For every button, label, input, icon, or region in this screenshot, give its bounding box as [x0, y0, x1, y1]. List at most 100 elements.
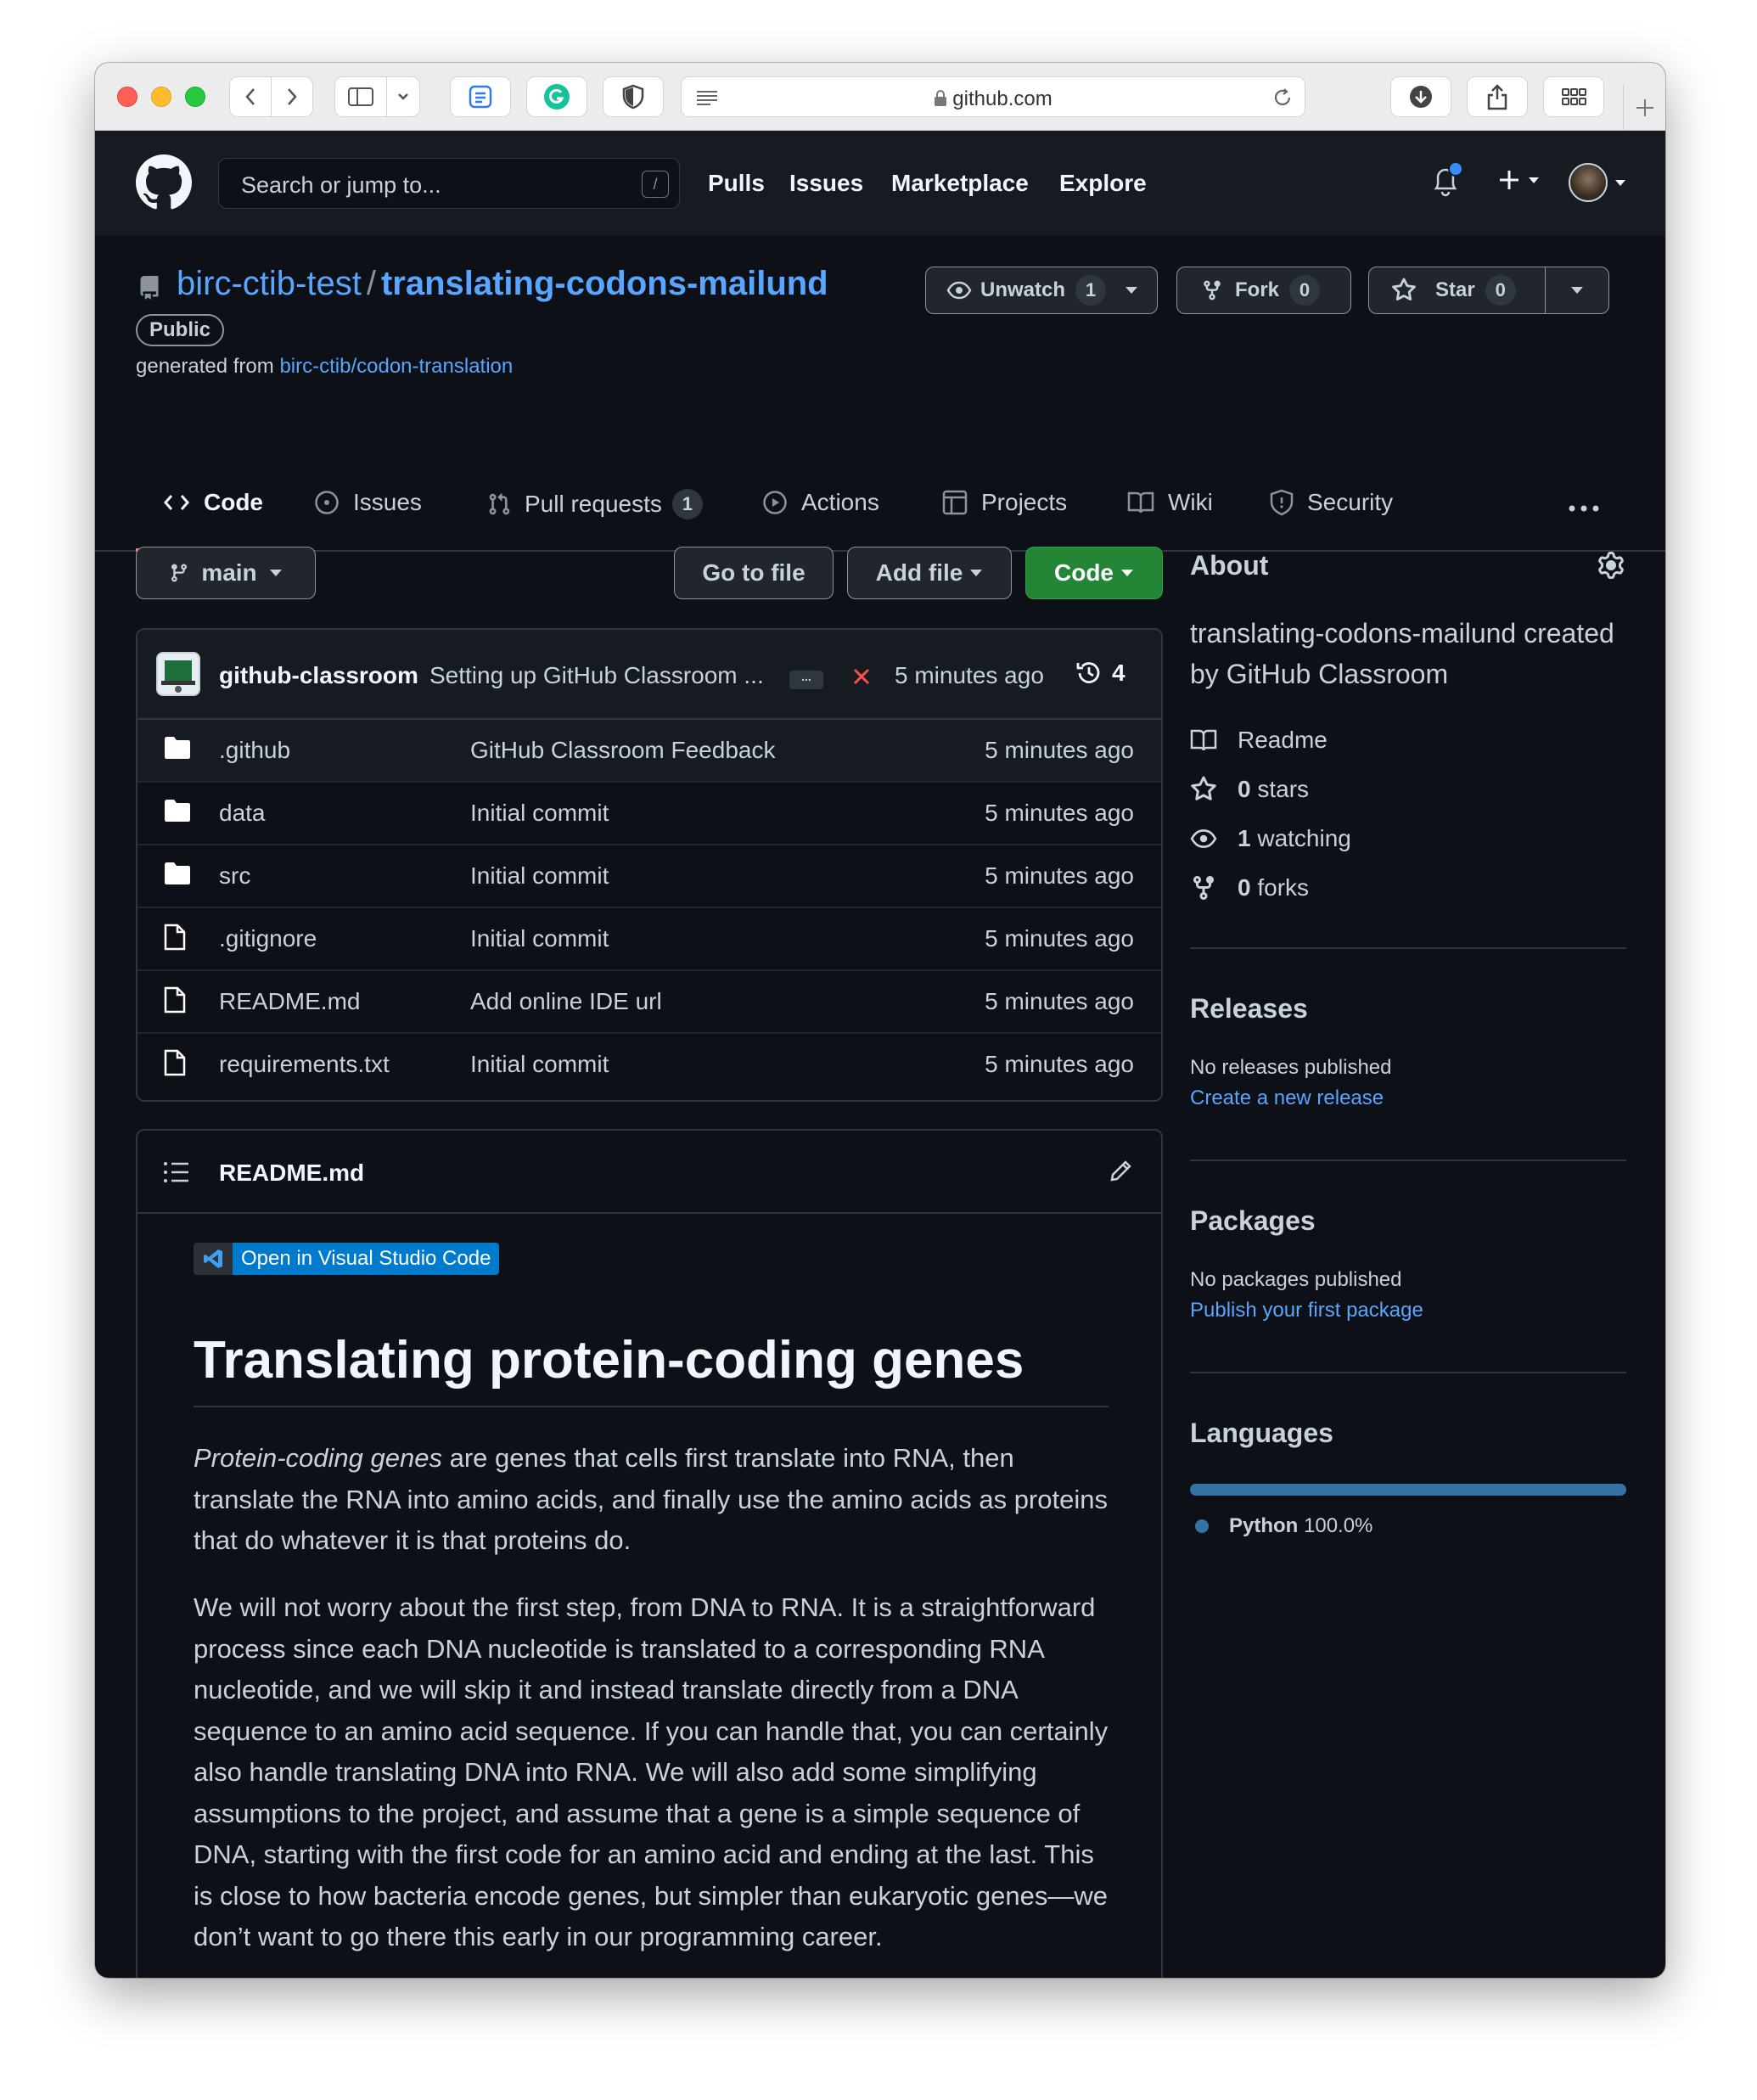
- go-to-file-button[interactable]: Go to file: [674, 547, 834, 599]
- tab-group-dropdown[interactable]: [386, 76, 420, 117]
- search-shortcut-key: /: [642, 171, 669, 198]
- new-tab-button[interactable]: [1623, 85, 1665, 131]
- tab-overview-button[interactable]: [1543, 76, 1604, 117]
- sidebar-toggle-button[interactable]: [334, 76, 387, 117]
- file-name[interactable]: .gitignore: [219, 925, 317, 952]
- branch-selector[interactable]: main: [136, 547, 316, 599]
- watch-button[interactable]: Unwatch 1: [925, 267, 1158, 314]
- file-commit-message[interactable]: Initial commit: [470, 1051, 609, 1078]
- shield-icon: [1270, 489, 1294, 516]
- branch-name: main: [201, 559, 257, 586]
- gear-icon[interactable]: [1597, 552, 1625, 579]
- publish-package-link[interactable]: Publish your first package: [1190, 1299, 1423, 1322]
- nav-pulls[interactable]: Pulls: [708, 170, 765, 197]
- add-file-button[interactable]: Add file: [847, 547, 1012, 599]
- releases-heading[interactable]: Releases: [1190, 993, 1308, 1025]
- file-commit-message[interactable]: Initial commit: [470, 925, 609, 952]
- file-commit-message[interactable]: Initial commit: [470, 800, 609, 827]
- tab-wiki[interactable]: Wiki: [1127, 489, 1213, 516]
- nav-marketplace[interactable]: Marketplace: [891, 170, 1029, 197]
- nav-issues[interactable]: Issues: [789, 170, 863, 197]
- languages-heading: Languages: [1190, 1418, 1333, 1448]
- create-release-link[interactable]: Create a new release: [1190, 1086, 1384, 1110]
- zoom-window-button[interactable]: [185, 87, 205, 107]
- no-packages-text: No packages published: [1190, 1268, 1402, 1291]
- extension-grammarly-button[interactable]: [526, 76, 587, 117]
- tab-pull-requests[interactable]: Pull requests 1: [487, 489, 703, 519]
- list-unordered-icon[interactable]: [163, 1161, 190, 1183]
- file-row[interactable]: data Initial commit 5 minutes ago: [138, 783, 1161, 845]
- commit-message[interactable]: Setting up GitHub Classroom ...: [429, 662, 764, 689]
- fork-button[interactable]: Fork 0: [1176, 267, 1351, 314]
- file-row[interactable]: README.md Add online IDE url 5 minutes a…: [138, 971, 1161, 1034]
- forks-link[interactable]: 0 forks: [1190, 874, 1309, 901]
- language-color-dot: [1195, 1519, 1209, 1533]
- stars-link[interactable]: 0 stars: [1190, 776, 1309, 803]
- code-clone-button[interactable]: Code: [1025, 547, 1163, 599]
- template-repo-link[interactable]: birc-ctib/codon-translation: [279, 355, 513, 378]
- minimize-window-button[interactable]: [151, 87, 171, 107]
- extension-privacy-button[interactable]: [603, 76, 664, 117]
- folder-icon: [165, 800, 190, 822]
- language-python[interactable]: Python 100.0%: [1195, 1514, 1372, 1538]
- file-row[interactable]: src Initial commit 5 minutes ago: [138, 845, 1161, 908]
- packages-heading[interactable]: Packages: [1190, 1205, 1316, 1237]
- nav-explore[interactable]: Explore: [1059, 170, 1147, 197]
- star-button[interactable]: Star 0: [1369, 267, 1546, 313]
- file-name[interactable]: .github: [219, 737, 290, 764]
- share-button[interactable]: [1467, 76, 1528, 117]
- user-menu[interactable]: [1569, 163, 1626, 202]
- readme-filename[interactable]: README.md: [219, 1159, 364, 1187]
- address-bar[interactable]: github.com: [681, 76, 1305, 117]
- commit-author[interactable]: github-classroom: [219, 662, 418, 689]
- pencil-icon[interactable]: [1109, 1158, 1134, 1183]
- notifications-button[interactable]: [1431, 161, 1463, 201]
- forward-button[interactable]: [271, 76, 313, 117]
- file-commit-message[interactable]: GitHub Classroom Feedback: [470, 737, 775, 764]
- file-name[interactable]: data: [219, 800, 266, 827]
- create-new-dropdown[interactable]: [1497, 168, 1540, 192]
- fork-icon: [1204, 280, 1221, 300]
- file-commit-message[interactable]: Initial commit: [470, 862, 609, 890]
- github-logo-icon[interactable]: [136, 154, 192, 211]
- file-row[interactable]: .gitignore Initial commit 5 minutes ago: [138, 908, 1161, 971]
- file-name[interactable]: src: [219, 862, 250, 890]
- file-name[interactable]: README.md: [219, 988, 360, 1015]
- reload-icon[interactable]: [1272, 87, 1293, 108]
- issue-opened-icon: [315, 491, 339, 514]
- file-row[interactable]: .github GitHub Classroom Feedback 5 minu…: [138, 720, 1161, 783]
- back-button[interactable]: [229, 76, 272, 117]
- visibility-badge: Public: [136, 314, 225, 346]
- tab-issues[interactable]: Issues: [314, 489, 422, 516]
- vscode-logo-icon: [194, 1243, 233, 1275]
- repo-name-link[interactable]: translating-codons-mailund: [381, 265, 828, 302]
- tab-projects[interactable]: Projects: [942, 489, 1067, 516]
- x-icon[interactable]: [852, 667, 871, 686]
- more-tabs-button[interactable]: [1567, 503, 1601, 518]
- star-lists-dropdown[interactable]: [1546, 267, 1608, 313]
- file-commit-message[interactable]: Add online IDE url: [470, 988, 662, 1015]
- watchers-link[interactable]: 1 watching: [1190, 825, 1351, 852]
- file-icon: [164, 986, 186, 1014]
- grid-icon: [1562, 88, 1586, 105]
- avatar[interactable]: [156, 652, 200, 696]
- search-input[interactable]: Search or jump to... /: [218, 158, 680, 209]
- about-heading: About: [1190, 550, 1269, 581]
- extension-notes-button[interactable]: [450, 76, 511, 117]
- grammarly-icon: [544, 84, 570, 109]
- browser-window: github.com Search or jump to... / Pulls …: [95, 63, 1665, 1978]
- commit-time[interactable]: 5 minutes ago: [895, 662, 1044, 689]
- file-row[interactable]: requirements.txt Initial commit 5 minute…: [138, 1034, 1161, 1097]
- open-in-vscode-badge[interactable]: Open in Visual Studio Code: [194, 1243, 500, 1275]
- close-window-button[interactable]: [117, 87, 138, 107]
- chevron-right-icon: [288, 88, 297, 105]
- tab-actions[interactable]: Actions: [762, 489, 879, 516]
- downloads-button[interactable]: [1390, 76, 1451, 117]
- readme-link[interactable]: Readme: [1190, 727, 1328, 754]
- repo-owner-link[interactable]: birc-ctib-test: [177, 265, 362, 302]
- tab-code[interactable]: Code: [136, 489, 290, 552]
- tab-security[interactable]: Security: [1270, 489, 1393, 516]
- commit-expand-button[interactable]: ...: [789, 671, 823, 689]
- file-name[interactable]: requirements.txt: [219, 1051, 390, 1078]
- commit-history-link[interactable]: 4: [1075, 659, 1125, 688]
